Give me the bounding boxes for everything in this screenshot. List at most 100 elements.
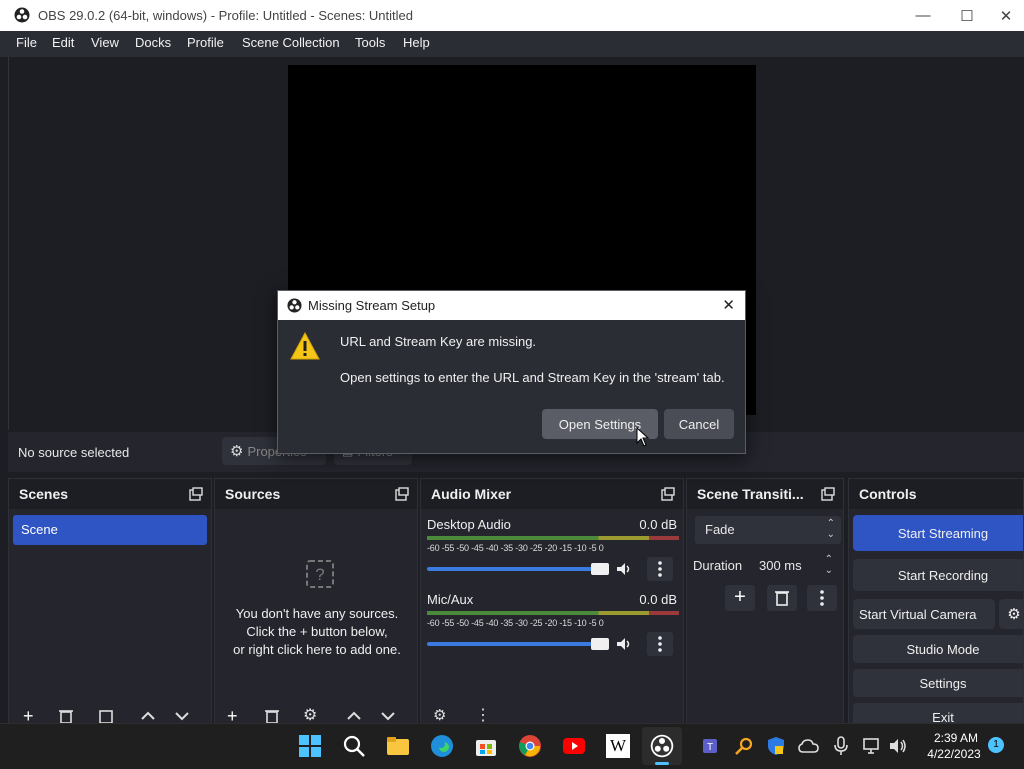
- microphone-icon[interactable]: [832, 736, 850, 756]
- maximize-button[interactable]: ☐: [944, 0, 990, 31]
- key-search-icon[interactable]: [734, 736, 754, 756]
- sources-dock-header: Sources: [215, 479, 417, 509]
- mic-aux-meter: [427, 611, 679, 615]
- mic-aux-scale: -60 -55 -50 -45 -40 -35 -30 -25 -20 -15 …: [427, 618, 604, 628]
- scene-transitions-title: Scene Transiti...: [697, 486, 804, 502]
- undock-icon[interactable]: [661, 487, 675, 501]
- mic-aux-level: 0.0 dB: [639, 592, 677, 607]
- undock-icon[interactable]: [189, 487, 203, 501]
- menu-docks[interactable]: Docks: [135, 35, 171, 50]
- volume-speaker-icon[interactable]: [888, 736, 908, 756]
- menu-scene-collection[interactable]: Scene Collection: [242, 35, 340, 50]
- mic-aux-label: Mic/Aux: [427, 592, 474, 607]
- mic-aux-volume-slider[interactable]: [427, 642, 599, 646]
- dialog-detail: Open settings to enter the URL and Strea…: [340, 370, 725, 385]
- scenes-dock: Scenes Scene +: [8, 478, 212, 728]
- desktop-audio-label: Desktop Audio: [427, 517, 511, 532]
- clock-date[interactable]: 4/22/2023: [918, 747, 990, 761]
- spin-arrows-icon[interactable]: ⌃ ⌄: [825, 554, 833, 576]
- notification-badge[interactable]: 1: [988, 737, 1004, 753]
- minimize-button[interactable]: —: [900, 0, 946, 31]
- window-titlebar: OBS 29.0.2 (64-bit, windows) - Profile: …: [0, 0, 1024, 31]
- start-virtual-camera-button[interactable]: Start Virtual Camera: [853, 599, 995, 629]
- obs-logo-icon: [650, 734, 674, 758]
- desktop-audio-slider-handle[interactable]: [591, 563, 609, 575]
- empty-line-2: Click the + button below,: [246, 624, 388, 639]
- scene-list-item[interactable]: Scene: [13, 515, 207, 545]
- desktop-audio-level: 0.0 dB: [639, 517, 677, 532]
- edge-browser-icon[interactable]: [430, 734, 454, 758]
- svg-text:?: ?: [315, 565, 324, 584]
- transition-select[interactable]: Fade ⌃ ⌄: [695, 516, 841, 544]
- controls-title: Controls: [859, 486, 917, 502]
- network-icon[interactable]: [862, 736, 882, 756]
- duration-label: Duration: [693, 558, 743, 573]
- cancel-button[interactable]: Cancel: [664, 409, 734, 439]
- mic-aux-slider-handle[interactable]: [591, 638, 609, 650]
- controls-dock: Controls Start Streaming Start Recording…: [848, 478, 1024, 728]
- virtual-camera-gear-icon[interactable]: ⚙: [999, 599, 1023, 629]
- close-window-button[interactable]: ✕: [988, 0, 1024, 31]
- menu-file[interactable]: File: [16, 35, 37, 50]
- undock-icon[interactable]: [821, 487, 835, 501]
- add-transition-plus-icon[interactable]: +: [725, 585, 755, 611]
- selected-source-status: No source selected: [18, 445, 130, 460]
- menu-view[interactable]: View: [91, 35, 119, 50]
- window-title: OBS 29.0.2 (64-bit, windows) - Profile: …: [38, 8, 413, 23]
- svg-text:T: T: [707, 742, 713, 753]
- obs-logo-icon: [287, 298, 302, 313]
- file-explorer-icon[interactable]: [386, 734, 410, 758]
- youtube-icon[interactable]: [562, 734, 586, 758]
- missing-stream-setup-dialog: Missing Stream Setup ✕ URL and Stream Ke…: [277, 290, 746, 454]
- undock-icon[interactable]: [395, 487, 409, 501]
- search-icon[interactable]: [342, 734, 366, 758]
- studio-mode-button[interactable]: Studio Mode: [853, 635, 1023, 663]
- sources-dock: Sources ? You don't have any sources. Cl…: [214, 478, 418, 728]
- duration-spinbox[interactable]: 300 ms ⌃ ⌄: [751, 552, 837, 580]
- teams-icon[interactable]: T: [702, 736, 722, 756]
- dialog-close-icon[interactable]: ✕: [722, 296, 735, 314]
- start-recording-button[interactable]: Start Recording: [853, 559, 1023, 591]
- scene-transitions-header: Scene Transiti...: [687, 479, 843, 509]
- kebab-menu-icon[interactable]: [647, 557, 673, 581]
- start-streaming-button[interactable]: Start Streaming: [853, 515, 1023, 551]
- desktop-audio-volume-slider[interactable]: [427, 567, 599, 571]
- empty-line-1: You don't have any sources.: [235, 606, 399, 621]
- dialog-title: Missing Stream Setup: [308, 298, 436, 313]
- sources-empty-message: You don't have any sources. Click the + …: [215, 605, 419, 659]
- taskbar: W T 2:39 AM 4/22/2023 1: [0, 723, 1024, 769]
- microsoft-store-icon[interactable]: [474, 734, 498, 758]
- dialog-message: URL and Stream Key are missing.: [340, 334, 537, 349]
- warning-icon: [290, 332, 320, 360]
- transition-menu-kebab-icon[interactable]: [807, 585, 837, 611]
- desktop-audio-scale: -60 -55 -50 -45 -40 -35 -30 -25 -20 -15 …: [427, 543, 604, 553]
- menu-tools[interactable]: Tools: [355, 35, 385, 50]
- remove-transition-trash-icon[interactable]: [767, 585, 797, 611]
- onedrive-cloud-icon[interactable]: [798, 736, 820, 756]
- settings-button[interactable]: Settings: [853, 669, 1023, 697]
- obs-logo-icon: [14, 7, 30, 23]
- menu-profile[interactable]: Profile: [187, 35, 224, 50]
- windows-start-icon[interactable]: [298, 734, 322, 758]
- chrome-icon[interactable]: [518, 734, 542, 758]
- question-mark-icon: ?: [306, 560, 334, 588]
- scenes-dock-header: Scenes: [9, 479, 211, 509]
- select-updown-icon: ⌃ ⌄: [826, 518, 835, 540]
- scene-transitions-dock: Scene Transiti... Fade ⌃ ⌄ Duration 300 m…: [686, 478, 844, 728]
- speaker-icon[interactable]: [615, 635, 633, 653]
- speaker-icon[interactable]: [615, 560, 633, 578]
- wikipedia-icon[interactable]: W: [606, 734, 630, 758]
- scenes-dock-title: Scenes: [19, 486, 69, 502]
- audio-mixer-dock: Audio Mixer Desktop Audio 0.0 dB -60 -55…: [420, 478, 684, 728]
- clock-time[interactable]: 2:39 AM: [926, 731, 986, 745]
- sources-dock-title: Sources: [225, 486, 281, 502]
- audio-mixer-header: Audio Mixer: [421, 479, 683, 509]
- desktop-audio-meter: [427, 536, 679, 540]
- duration-value: 300 ms: [759, 558, 802, 573]
- menu-edit[interactable]: Edit: [52, 35, 74, 50]
- audio-mixer-title: Audio Mixer: [431, 486, 512, 502]
- security-shield-icon[interactable]: [766, 736, 786, 756]
- kebab-menu-icon[interactable]: [647, 632, 673, 656]
- menu-help[interactable]: Help: [403, 35, 430, 50]
- mouse-cursor-icon: [636, 427, 650, 447]
